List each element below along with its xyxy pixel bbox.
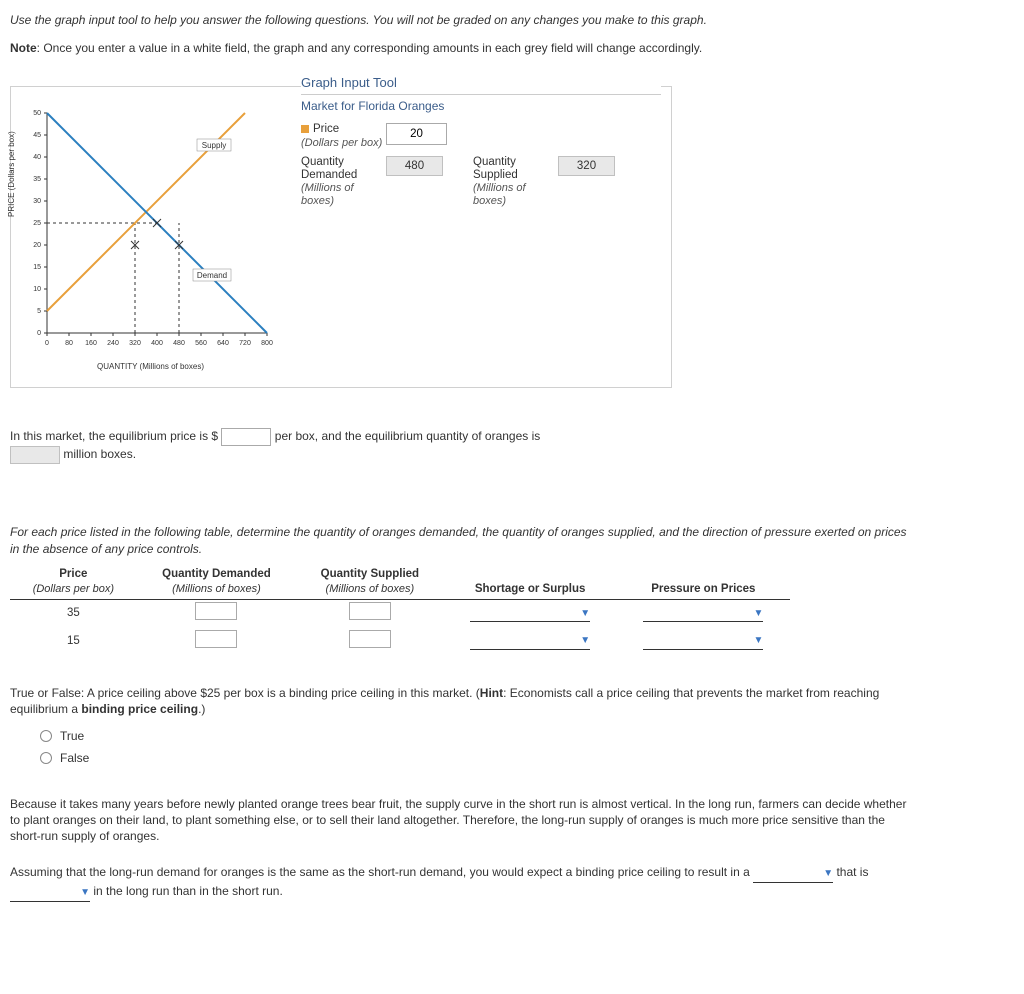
q3-text-a: True or False: A price ceiling above $25… [10, 686, 480, 700]
q2-prompt: For each price listed in the following t… [10, 525, 907, 555]
th-qs: Quantity Supplied [321, 568, 419, 580]
radio-true-label: True [60, 728, 84, 744]
q4-line-a: Assuming that the long-run demand for or… [10, 865, 753, 879]
chevron-down-icon: ▼ [580, 634, 590, 648]
graph-input-tool-container: 0 5 10 15 20 25 30 35 40 45 50 0 80 160 [10, 86, 672, 388]
row1-qd-input[interactable] [195, 602, 237, 620]
th-qd-sub: (Millions of boxes) [149, 582, 285, 597]
qs-sublabel: (Millions of boxes) [473, 182, 526, 207]
svg-text:0: 0 [45, 340, 49, 347]
row1-qs-input[interactable] [349, 602, 391, 620]
qs-label: Quantity Supplied [473, 156, 518, 181]
price-label: Price [313, 123, 339, 135]
svg-text:50: 50 [33, 110, 41, 117]
svg-text:5: 5 [37, 308, 41, 315]
svg-text:240: 240 [107, 340, 119, 347]
svg-text:640: 640 [217, 340, 229, 347]
q4-line-b: that is [836, 865, 868, 879]
q3-hint-label: Hint [480, 686, 503, 700]
supply-demand-chart[interactable]: 0 5 10 15 20 25 30 35 40 45 50 0 80 160 [11, 97, 291, 377]
svg-text:40: 40 [33, 154, 41, 161]
th-qd: Quantity Demanded [162, 568, 271, 580]
svg-text:480: 480 [173, 340, 185, 347]
qd-value: 480 [386, 156, 443, 176]
price-color-chip [301, 125, 309, 133]
q1-text-mid: per box, and the equilibrium quantity of… [275, 430, 541, 444]
chevron-down-icon: ▼ [823, 867, 833, 881]
row1-pp-dropdown[interactable]: ▼ [643, 605, 763, 622]
svg-text:20: 20 [33, 242, 41, 249]
x-ticks: 0 80 160 240 320 400 480 560 640 720 800 [45, 333, 273, 347]
radio-false-label: False [60, 750, 89, 766]
svg-text:800: 800 [261, 340, 273, 347]
input-tool-panel: Graph Input Tool Market for Florida Oran… [291, 87, 671, 387]
svg-text:35: 35 [33, 176, 41, 183]
q4-para: Because it takes many years before newly… [10, 797, 906, 843]
th-pp: Pressure on Prices [651, 583, 755, 595]
svg-text:10: 10 [33, 286, 41, 293]
row1-price: 35 [10, 600, 137, 628]
row2-qd-input[interactable] [195, 630, 237, 648]
row2-pp-dropdown[interactable]: ▼ [643, 633, 763, 650]
svg-text:160: 160 [85, 340, 97, 347]
svg-text:80: 80 [65, 340, 73, 347]
th-qs-sub: (Millions of boxes) [308, 582, 431, 597]
chevron-down-icon: ▼ [80, 886, 90, 900]
row2-ss-dropdown[interactable]: ▼ [470, 633, 590, 650]
th-ss: Shortage or Surplus [475, 583, 586, 595]
svg-text:30: 30 [33, 198, 41, 205]
row2-qs-input[interactable] [349, 630, 391, 648]
q1-text-tail: million boxes. [63, 448, 136, 462]
note-body: : Once you enter a value in a white fiel… [37, 41, 703, 55]
tool-title: Graph Input Tool [301, 75, 661, 95]
radio-true[interactable]: True [40, 728, 910, 744]
table-row: 35 ▼ ▼ [10, 600, 790, 628]
chevron-down-icon: ▼ [580, 607, 590, 621]
chart-panel[interactable]: 0 5 10 15 20 25 30 35 40 45 50 0 80 160 [11, 97, 291, 377]
th-price: Price [59, 568, 87, 580]
chevron-down-icon: ▼ [753, 607, 763, 621]
radio-icon [40, 752, 52, 764]
x-axis-label: QUANTITY (Millions of boxes) [97, 362, 204, 371]
svg-text:25: 25 [33, 220, 41, 227]
q4-dropdown-1[interactable]: ▼ [753, 866, 833, 883]
y-ticks: 0 5 10 15 20 25 30 35 40 45 50 [33, 110, 47, 337]
radio-icon [40, 730, 52, 742]
intro-instructions: Use the graph input tool to help you ans… [10, 13, 707, 27]
q3-text-c: .) [198, 702, 205, 716]
q1-price-input[interactable] [221, 428, 271, 446]
row2-price: 15 [10, 628, 137, 656]
svg-text:Supply: Supply [202, 141, 226, 150]
table-row: 15 ▼ ▼ [10, 628, 790, 656]
svg-text:400: 400 [151, 340, 163, 347]
q1-quantity-output [10, 446, 60, 464]
svg-text:Demand: Demand [197, 271, 227, 280]
qd-sublabel: (Millions of boxes) [301, 182, 354, 207]
y-axis-label: PRICE (Dollars per box) [7, 132, 16, 218]
row1-ss-dropdown[interactable]: ▼ [470, 605, 590, 622]
qs-value: 320 [558, 156, 615, 176]
note-label: Note [10, 41, 37, 55]
price-table: Price (Dollars per box) Quantity Demanded… [10, 565, 790, 655]
q4-dropdown-2[interactable]: ▼ [10, 885, 90, 902]
price-sublabel: (Dollars per box) [301, 137, 382, 149]
q1-text-pre: In this market, the equilibrium price is… [10, 430, 218, 444]
svg-text:45: 45 [33, 132, 41, 139]
svg-text:320: 320 [129, 340, 141, 347]
q4-line-c: in the long run than in the short run. [93, 884, 282, 898]
tool-subtitle: Market for Florida Oranges [301, 99, 661, 113]
price-input[interactable] [386, 123, 447, 145]
qd-label: Quantity Demanded [301, 156, 357, 181]
svg-text:720: 720 [239, 340, 251, 347]
th-price-sub: (Dollars per box) [22, 582, 125, 597]
svg-text:560: 560 [195, 340, 207, 347]
svg-text:0: 0 [37, 330, 41, 337]
radio-false[interactable]: False [40, 750, 910, 766]
svg-text:15: 15 [33, 264, 41, 271]
q3-bold-term: binding price ceiling [81, 702, 198, 716]
chevron-down-icon: ▼ [753, 634, 763, 648]
